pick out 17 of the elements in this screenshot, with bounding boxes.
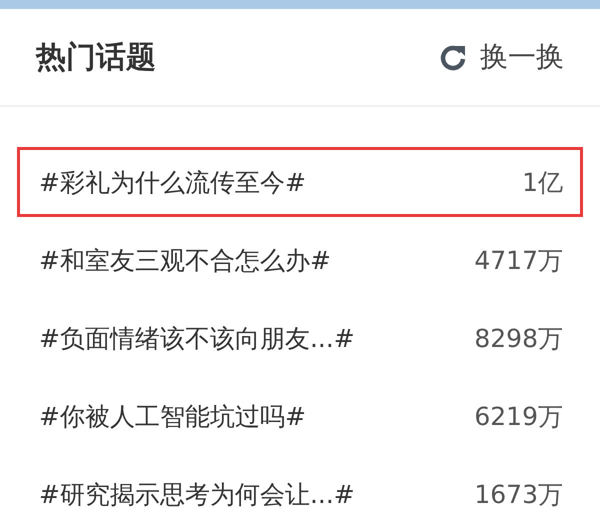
topic-title: #负面情绪该不该向朋友...#: [39, 322, 355, 354]
topic-count: 6219万: [474, 400, 563, 432]
topic-row[interactable]: #你被人工智能坑过吗# 6219万: [17, 381, 583, 451]
topic-count: 1673万: [474, 478, 563, 510]
refresh-button[interactable]: 换一换: [438, 38, 564, 76]
topic-title: #彩礼为什么流传至今#: [39, 166, 306, 198]
section-title: 热门话题: [36, 38, 156, 76]
topic-title: #研究揭示思考为何会让...#: [39, 478, 355, 510]
topic-row[interactable]: #负面情绪该不该向朋友...# 8298万: [17, 303, 583, 373]
topic-count: 1亿: [522, 166, 563, 198]
topic-row[interactable]: #研究揭示思考为何会让...# 1673万: [17, 459, 583, 527]
topic-title: #你被人工智能坑过吗#: [39, 400, 306, 432]
topic-row[interactable]: #彩礼为什么流传至今# 1亿: [17, 147, 583, 217]
topic-count: 4717万: [474, 244, 563, 276]
topic-row[interactable]: #和室友三观不合怎么办# 4717万: [17, 225, 583, 295]
topic-count: 8298万: [474, 322, 563, 354]
topic-title: #和室友三观不合怎么办#: [39, 244, 331, 276]
